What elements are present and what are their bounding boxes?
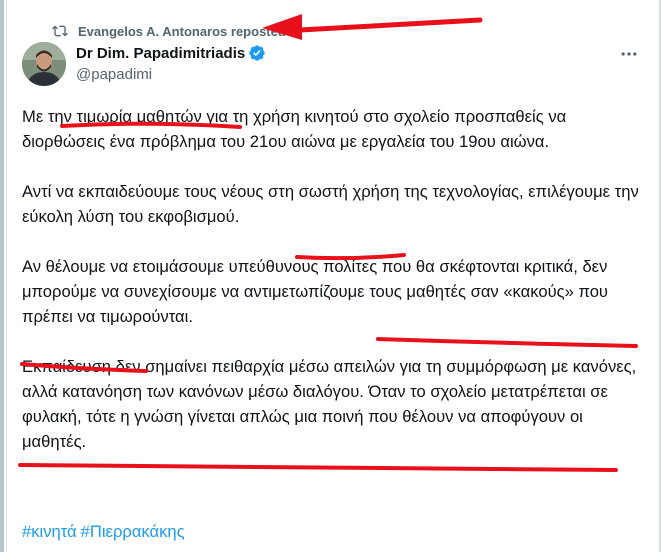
highlighted-text-segment: εκφοβισμού. [147,207,240,226]
hashtags: #κινητά #Πιερρακάκης [22,522,189,542]
avatar-photo [22,42,66,86]
author-name[interactable]: Dr Dim. Papadimitriadis [76,45,245,62]
tweet-paragraph: Εκπαίδευση δεν σημαίνει πειθαρχία μέσω α… [22,354,642,454]
highlighted-text-segment: αντιμετωπίζουμε τους μαθητές σαν «κακούς… [243,282,574,301]
hashtag-link[interactable]: #Πιερρακάκης [81,522,185,541]
text-segment: Αντί να εκπαιδεύουμε τους νέους στη σωστ… [22,182,639,226]
window-border [0,0,4,552]
verified-badge-icon [249,45,265,61]
tweet-paragraph: Αντί να εκπαιδεύουμε τους νέους στη σωστ… [22,179,642,229]
repost-indicator[interactable]: Evangelos A. Antonaros reposted [52,22,286,40]
tweet-paragraph: Με την τιμωρία μαθητών για τη χρήση κινη… [22,104,642,154]
repost-label: Evangelos A. Antonaros reposted [78,23,286,39]
text-segment: Με [22,107,48,126]
window-border-inner [6,0,7,552]
tweet-paragraph: Αν θέλουμε να ετοιμάσουμε υπεύθυνους πολ… [22,254,642,329]
highlighted-text-segment: την τιμωρία μαθητών [47,107,202,126]
hashtag-link[interactable]: #κινητά [22,522,77,541]
tweet-text: Με την τιμωρία μαθητών για τη χρήση κινη… [22,104,642,479]
author-name-row[interactable]: Dr Dim. Papadimitriadis [76,44,266,62]
avatar[interactable] [22,42,66,86]
more-dots-icon [621,52,637,56]
annotation-arrow-line [297,17,483,33]
repost-icon [52,25,68,37]
author-handle[interactable]: @papadimi [76,66,152,83]
more-options-button[interactable] [619,44,639,64]
